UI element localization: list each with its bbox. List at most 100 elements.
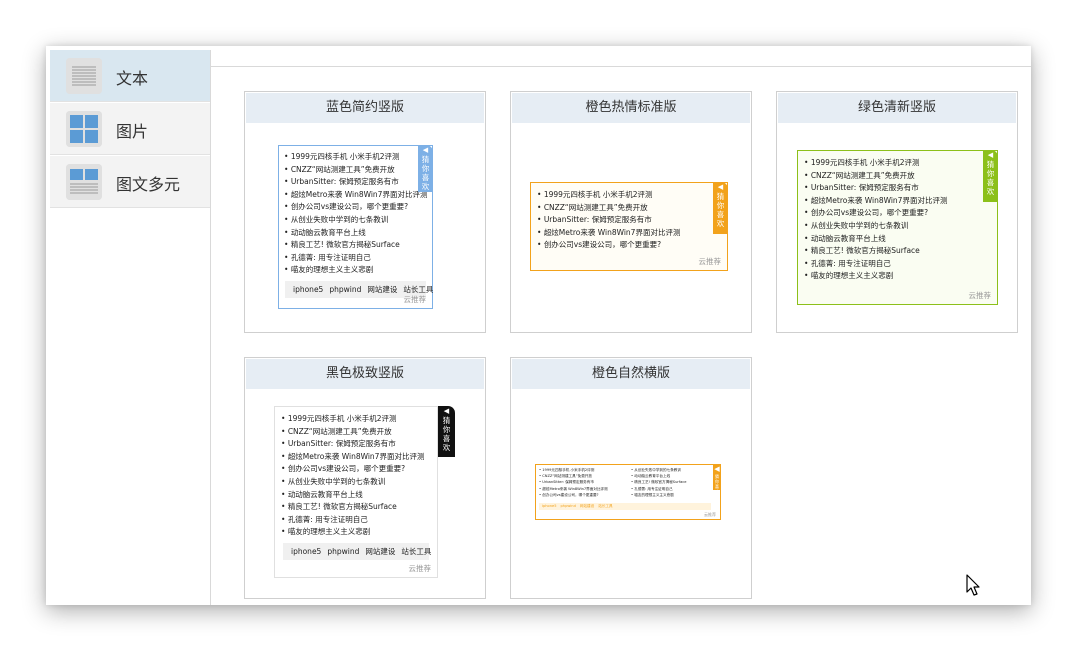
preview-list: 1999元四核手机 小米手机2评测CNZZ“网站测建工具”免费开放UrbanSi… [798, 151, 997, 283]
preview-list-item: 超炫Metro来袭 Win8Win7界面对比评测 [284, 189, 432, 202]
preview-list-item: 精良工艺! 微软官方揭秘Surface [281, 501, 437, 514]
template-card-blue-vertical[interactable]: 蓝色简约竖版 1999元四核手机 小米手机2评测CNZZ“网站测建工具”免费开放… [244, 91, 486, 333]
flag-char: 喜 [986, 178, 995, 187]
preview-tag: 站长工具 [403, 284, 434, 294]
preview-widget: 1999元四核手机 小米手机2评测CNZZ“网站测建工具”免费开放UrbanSi… [535, 464, 721, 520]
flag-char: 喜 [716, 210, 725, 219]
sidebar-item-label: 图文多元 [116, 175, 181, 194]
preview-list-item: 创办公司vs建设公司，哪个更重要? [284, 201, 432, 214]
sidebar-item-label: 文本 [116, 69, 149, 88]
preview-list: 从创业失败中学到的七条教训动动脑云教育平台上线精良工艺! 微软官方揭秘Surfa… [631, 467, 717, 498]
flag-char: 猜 [716, 192, 725, 201]
preview-list-item: 动动脑云教育平台上线 [281, 489, 437, 502]
preview-list-item: UrbanSitter: 保姆预定服务有市 [804, 182, 997, 195]
preview-list-item: 喵友的理想主义主义悲剧 [281, 526, 437, 539]
preview-list-item: 1999元四核手机 小米手机2评测 [284, 151, 432, 164]
template-title: 橙色热情标准版 [512, 93, 750, 123]
preview-list-item: 创办公司vs建设公司，哪个更重要? [539, 492, 631, 498]
preview-list-item: UrbanSitter: 保姆预定服务有市 [537, 214, 727, 227]
image-text-icon [66, 164, 102, 200]
preview-list-item: 超炫Metro来袭 Win8Win7界面对比评测 [537, 227, 727, 240]
sidebar-item-label: 图片 [116, 122, 149, 141]
preview-tag: phpwind [329, 284, 362, 294]
guess-you-like-flag: ◀ 猜你喜欢 [983, 150, 998, 202]
preview-footer: 云推荐 [408, 564, 432, 573]
arrow-left-icon: ◀ [717, 183, 724, 191]
preview-list: 1999元四核手机 小米手机2评测CNZZ“网站测建工具”免费开放UrbanSi… [279, 146, 432, 277]
preview-list-item: CNZZ“网站测建工具”免费开放 [804, 170, 997, 183]
flag-char: 你 [716, 201, 725, 210]
preview-list-item: 超炫Metro来袭 Win8Win7界面对比评测 [804, 195, 997, 208]
preview-widget: 1999元四核手机 小米手机2评测CNZZ“网站测建工具”免费开放UrbanSi… [797, 150, 998, 305]
preview-list-item: 精良工艺! 微软官方揭秘Surface [804, 245, 997, 258]
preview-list-item: UrbanSitter: 保姆预定服务有市 [281, 438, 437, 451]
flag-char: 欢 [442, 443, 451, 452]
preview-list-item: CNZZ“网站测建工具”免费开放 [284, 164, 432, 177]
preview-list-item: 1999元四核手机 小米手机2评测 [281, 413, 437, 426]
preview-footer: 云推荐 [698, 257, 722, 266]
content-top-divider [211, 66, 1031, 67]
template-title: 黑色极致竖版 [246, 359, 484, 389]
guess-you-like-flag: ◀ 猜你喜欢 [713, 182, 728, 234]
preview-list-item: 从创业失败中学到的七条教训 [284, 214, 432, 227]
template-card-green-vertical[interactable]: 绿色清新竖版 1999元四核手机 小米手机2评测CNZZ“网站测建工具”免费开放… [776, 91, 1018, 333]
sidebar-item-image[interactable]: 图片 [50, 103, 210, 155]
preview-widget: 1999元四核手机 小米手机2评测CNZZ“网站测建工具”免费开放UrbanSi… [274, 406, 455, 578]
preview-tag: phpwind [560, 504, 576, 508]
guess-you-like-flag: ◀ 猜你喜欢 [418, 145, 433, 192]
template-card-orange-horizontal[interactable]: 橙色自然横版 1999元四核手机 小米手机2评测CNZZ“网站测建工具”免费开放… [510, 357, 752, 599]
preview-list-item: 1999元四核手机 小米手机2评测 [804, 157, 997, 170]
preview-tag: iphone5 [542, 504, 557, 508]
text-lines-icon [66, 58, 102, 94]
preview-list-item: 创办公司vs建设公司，哪个更重要? [804, 207, 997, 220]
preview-list-item: 喵友的理想主义主义悲剧 [631, 492, 717, 498]
preview-tag: iphone5 [293, 284, 324, 294]
preview-list-item: CNZZ“网站测建工具”免费开放 [537, 202, 727, 215]
preview-list-item: 从创业失败中学到的七条教训 [281, 476, 437, 489]
preview-columns: 1999元四核手机 小米手机2评测CNZZ“网站测建工具”免费开放UrbanSi… [536, 465, 720, 498]
guess-you-like-flag: ◀ 猜你喜欢 [713, 464, 721, 494]
flag-char: 欢 [986, 187, 995, 196]
preview-list-item: 孔德菁: 用专注证明自己 [804, 258, 997, 271]
template-title: 橙色自然横版 [512, 359, 750, 389]
preview-list-item: 喵友的理想主义主义悲剧 [804, 270, 997, 283]
preview-list-item: 喵友的理想主义主义悲剧 [284, 264, 432, 277]
preview-list-item: 孔德菁: 用专注证明自己 [284, 252, 432, 265]
preview-list-item: 孔德菁: 用专注证明自己 [281, 514, 437, 527]
template-card-orange-standard[interactable]: 橙色热情标准版 1999元四核手机 小米手机2评测CNZZ“网站测建工具”免费开… [510, 91, 752, 333]
preview-footer: 云推荐 [403, 295, 427, 304]
image-grid-icon [66, 111, 102, 147]
sidebar-item-text[interactable]: 文本 [50, 50, 210, 102]
preview-footer: 云推荐 [968, 291, 992, 300]
preview-list-item: 创办公司vs建设公司，哪个更重要? [537, 239, 727, 252]
app-window: 文本 图片 图文多元 蓝色简约竖版 • 1999元四核手机 小米手机2评测 • … [46, 46, 1031, 605]
preview-list: 1999元四核手机 小米手机2评测CNZZ“网站测建工具”免费开放UrbanSi… [531, 183, 727, 252]
arrow-left-icon: ◀ [714, 465, 720, 473]
flag-char: 欢 [716, 219, 725, 228]
template-card-black-vertical[interactable]: 黑色极致竖版 1999元四核手机 小米手机2评测CNZZ“网站测建工具”免费开放… [244, 357, 486, 599]
mouse-cursor-icon [966, 574, 980, 596]
preview-tags: iphone5 phpwind 网站建设 站长工具 [283, 542, 432, 560]
preview-widget: 1999元四核手机 小米手机2评测CNZZ“网站测建工具”免费开放UrbanSi… [530, 182, 728, 271]
preview-tag: 网站建设 [579, 504, 595, 508]
preview-list: 1999元四核手机 小米手机2评测CNZZ“网站测建工具”免费开放UrbanSi… [275, 407, 437, 539]
flag-char: 你 [986, 169, 995, 178]
preview-tags: iphone5 phpwind 网站建设 站长工具 [539, 503, 711, 510]
sidebar-item-image-text[interactable]: 图文多元 [50, 156, 210, 208]
flag-char: 欢 [715, 489, 719, 494]
preview-list-item: 从创业失败中学到的七条教训 [804, 220, 997, 233]
flag-char: 猜 [986, 160, 995, 169]
preview-tag: 站长工具 [401, 546, 432, 556]
preview-footer: 云推荐 [704, 512, 716, 517]
template-title: 绿色清新竖版 [778, 93, 1016, 123]
preview-list-item: CNZZ“网站测建工具”免费开放 [281, 426, 437, 439]
preview-list-item: 动动脑云教育平台上线 [284, 227, 432, 240]
preview-tag: iphone5 [291, 546, 322, 556]
sidebar: 文本 图片 图文多元 [50, 50, 211, 605]
template-title: 蓝色简约竖版 [246, 93, 484, 123]
preview-tag: 网站建设 [365, 546, 396, 556]
guess-you-like-flag: ◀ 猜你喜欢 [438, 406, 455, 457]
preview-list-item: 超炫Metro来袭 Win8Win7界面对比评测 [281, 451, 437, 464]
arrow-left-icon: ◀ [422, 146, 429, 154]
flag-char: 猜 [421, 155, 430, 164]
